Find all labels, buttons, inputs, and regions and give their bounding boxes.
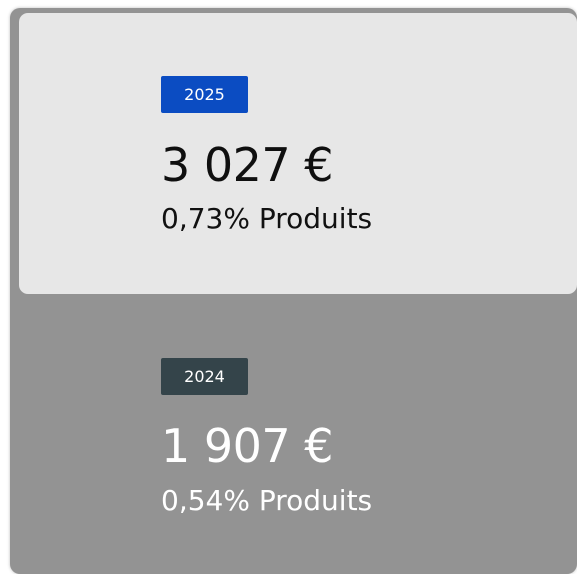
percentage-products-2025: 0,73% Produits <box>161 202 373 235</box>
amount-2024: 1 907 € <box>161 419 334 473</box>
amount-2025: 3 027 € <box>161 138 334 192</box>
percentage-products-2024: 0,54% Produits <box>161 484 373 517</box>
year-badge-2024: 2024 <box>161 358 248 395</box>
year-badge-2025: 2025 <box>161 76 248 113</box>
